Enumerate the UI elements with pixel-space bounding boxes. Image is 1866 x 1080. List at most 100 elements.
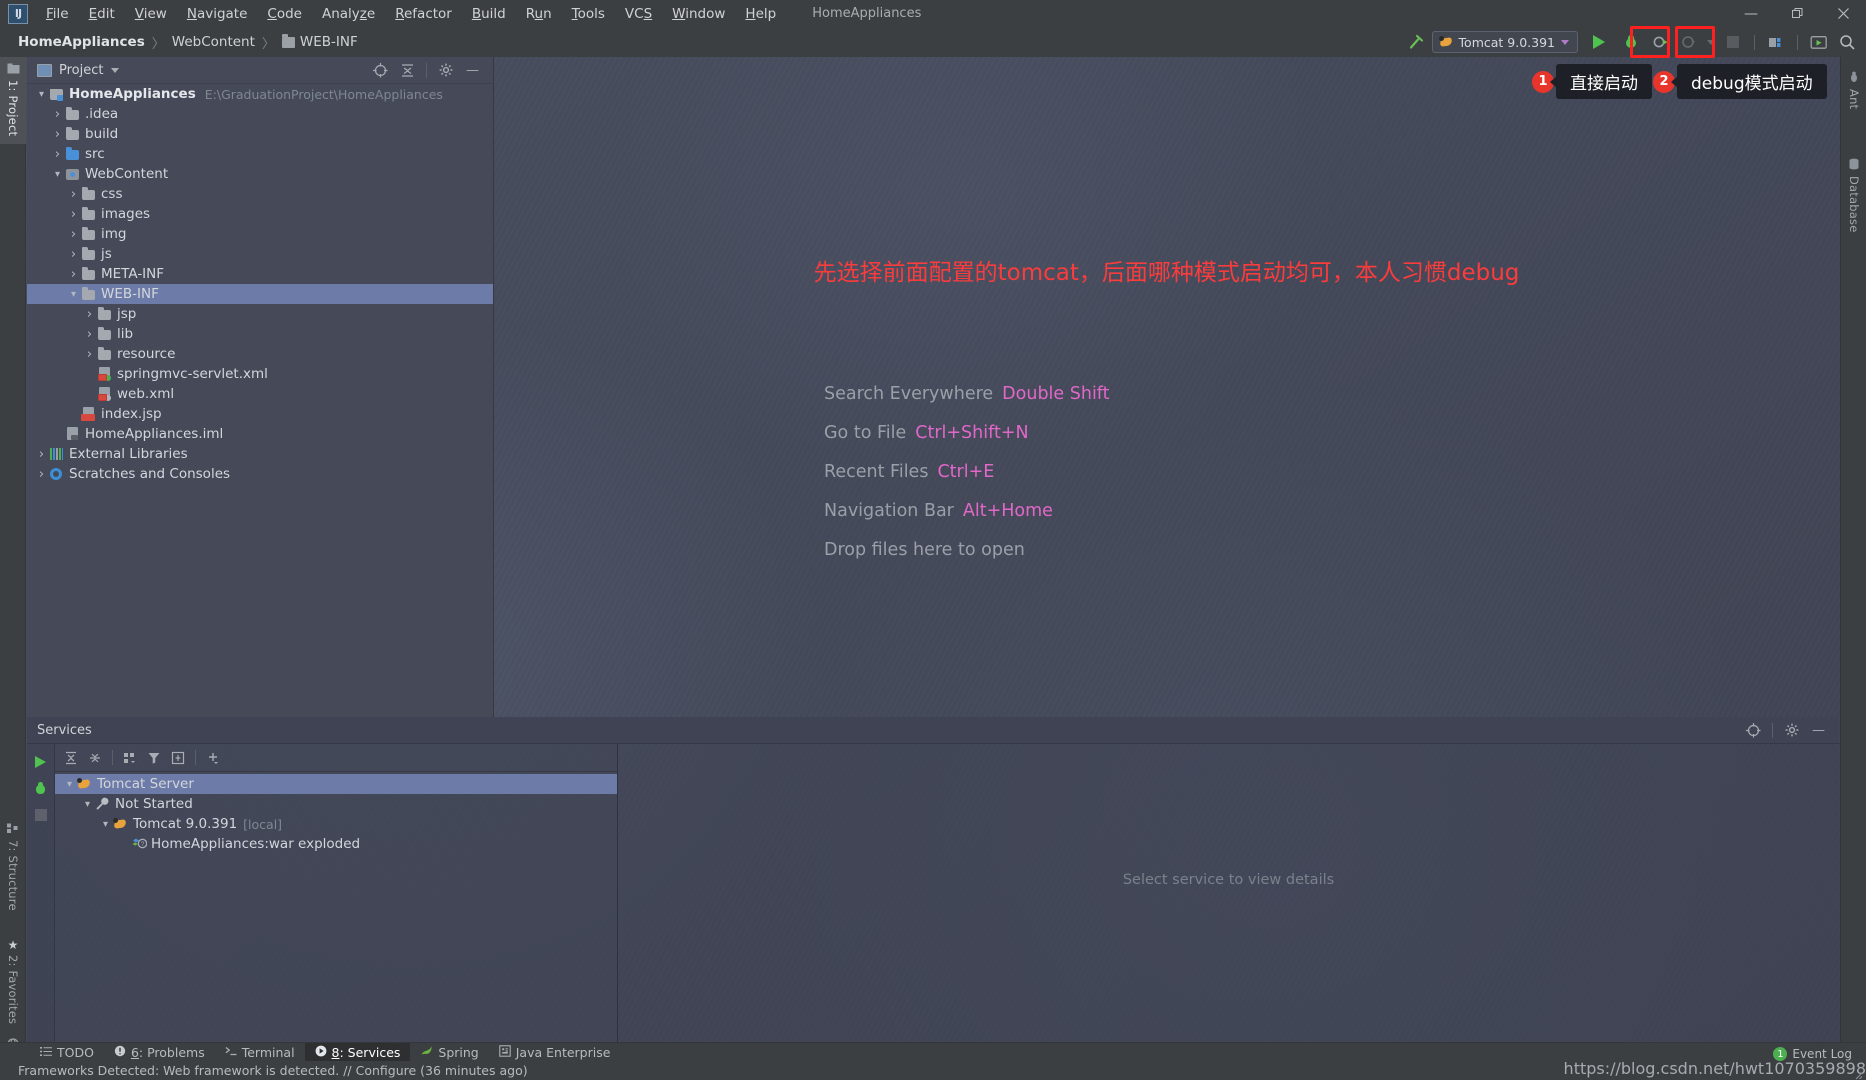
- profile-button[interactable]: [1676, 30, 1702, 54]
- bottom-tab-terminal[interactable]: Terminal: [215, 1043, 305, 1062]
- hide-icon[interactable]: —: [1810, 722, 1827, 739]
- menu-window[interactable]: Window: [662, 2, 735, 26]
- breadcrumb-item-2[interactable]: WEB-INF: [300, 34, 358, 50]
- menu-navigate[interactable]: Navigate: [177, 2, 258, 26]
- add-icon[interactable]: [203, 748, 223, 768]
- menu-analyze[interactable]: Analyze: [312, 2, 385, 26]
- sidebar-tab-project[interactable]: 1: Project: [0, 57, 26, 145]
- menu-view[interactable]: View: [125, 2, 177, 26]
- update-running-app-button[interactable]: [1806, 30, 1832, 54]
- menu-build[interactable]: Build: [462, 2, 516, 26]
- tree-row[interactable]: › build: [27, 124, 493, 144]
- services-tree[interactable]: ▾ Tomcat Server ▾ Not Started ▾ Tomcat 9.0.39…: [55, 772, 617, 854]
- build-hammer-icon[interactable]: [1404, 30, 1430, 54]
- tree-row[interactable]: › .idea: [27, 104, 493, 124]
- services-tree-row[interactable]: ▾ Not Started: [55, 794, 617, 814]
- bottom-tab-problems[interactable]: 6: Problems: [104, 1043, 215, 1062]
- chevron-right-icon[interactable]: ›: [67, 247, 80, 262]
- tree-row[interactable]: › Scratches and Consoles: [27, 464, 493, 484]
- tree-row[interactable]: › External Libraries: [27, 444, 493, 464]
- tree-row[interactable]: ▾ WebContent: [27, 164, 493, 184]
- debug-button[interactable]: [1616, 30, 1646, 54]
- tree-row[interactable]: › css: [27, 184, 493, 204]
- search-everywhere-icon[interactable]: [1834, 30, 1860, 54]
- menu-refactor[interactable]: Refactor: [385, 2, 462, 26]
- tree-row[interactable]: › lib: [27, 324, 493, 344]
- build-project-button[interactable]: [1763, 30, 1789, 54]
- show-configurations-icon[interactable]: [168, 748, 188, 768]
- tree-row[interactable]: › META-INF: [27, 264, 493, 284]
- profile-dropdown-icon[interactable]: [1704, 30, 1718, 54]
- tree-row[interactable]: › resource: [27, 344, 493, 364]
- chevron-down-icon[interactable]: [111, 67, 120, 73]
- sidebar-tab-database[interactable]: Database: [1841, 152, 1866, 238]
- tree-row[interactable]: › src: [27, 144, 493, 164]
- menu-vcs[interactable]: VCS: [615, 2, 662, 26]
- tree-row[interactable]: HomeAppliances.iml: [27, 424, 493, 444]
- chevron-down-icon[interactable]: ▾: [51, 169, 64, 180]
- collapse-all-icon[interactable]: [85, 748, 105, 768]
- chevron-right-icon[interactable]: ›: [67, 207, 80, 222]
- resize-grip[interactable]: [1851, 1065, 1863, 1080]
- project-tree[interactable]: ▾ HomeAppliances E:\GraduationProject\Home…: [27, 84, 493, 717]
- bottom-tab-java-enterprise[interactable]: Java Enterprise: [489, 1043, 621, 1062]
- sidebar-tab-structure[interactable]: 7: Structure: [0, 817, 26, 917]
- chevron-right-icon[interactable]: ›: [83, 347, 96, 362]
- chevron-right-icon[interactable]: ›: [83, 307, 96, 322]
- menu-code[interactable]: Code: [257, 2, 312, 26]
- run-button[interactable]: [1584, 30, 1614, 54]
- menu-help[interactable]: Help: [735, 2, 786, 26]
- chevron-down-icon[interactable]: ▾: [81, 799, 94, 810]
- tree-row[interactable]: › img: [27, 224, 493, 244]
- bug-icon[interactable]: [34, 782, 47, 795]
- chevron-right-icon[interactable]: ›: [67, 187, 80, 202]
- filter-icon[interactable]: [144, 748, 164, 768]
- chevron-right-icon[interactable]: ›: [51, 107, 64, 122]
- menu-edit[interactable]: Edit: [79, 2, 125, 26]
- tree-row[interactable]: › js: [27, 244, 493, 264]
- tree-row[interactable]: › images: [27, 204, 493, 224]
- stop-button[interactable]: [1720, 30, 1746, 54]
- chevron-down-icon[interactable]: ▾: [63, 779, 76, 790]
- stop-icon[interactable]: [34, 809, 47, 821]
- services-tree-row[interactable]: ▾ Tomcat 9.0.391 [local]: [55, 814, 617, 834]
- services-tree-row[interactable]: ? HomeAppliances:war exploded: [55, 834, 617, 854]
- chevron-down-icon[interactable]: ▾: [35, 89, 48, 100]
- settings-icon[interactable]: [437, 62, 454, 79]
- chevron-right-icon[interactable]: ›: [51, 127, 64, 142]
- settings-icon[interactable]: [1783, 722, 1800, 739]
- tree-row[interactable]: springmvc-servlet.xml: [27, 364, 493, 384]
- event-log-indicator[interactable]: 1 Event Log: [1773, 1047, 1852, 1061]
- hide-icon[interactable]: —: [464, 62, 481, 79]
- breadcrumb-item-1[interactable]: WebContent: [172, 34, 255, 50]
- status-message[interactable]: Frameworks Detected: Web framework is de…: [18, 1063, 528, 1078]
- chevron-down-icon[interactable]: [1561, 39, 1569, 45]
- chevron-down-icon[interactable]: ▾: [99, 819, 112, 830]
- maximize-button[interactable]: [1774, 0, 1820, 27]
- tree-row[interactable]: › jsp: [27, 304, 493, 324]
- close-button[interactable]: [1820, 0, 1866, 27]
- chevron-right-icon[interactable]: ›: [67, 227, 80, 242]
- group-icon[interactable]: [120, 748, 140, 768]
- run-configuration-selector[interactable]: Tomcat 9.0.391: [1431, 31, 1578, 53]
- chevron-right-icon[interactable]: ›: [35, 447, 48, 462]
- run-with-coverage-button[interactable]: [1648, 30, 1674, 54]
- services-tree-row[interactable]: ▾ Tomcat Server: [55, 774, 617, 794]
- menu-run[interactable]: Run: [516, 2, 562, 26]
- sidebar-tab-ant[interactable]: Ant: [1841, 65, 1866, 115]
- tree-row[interactable]: JSP index.jsp: [27, 404, 493, 424]
- collapse-all-icon[interactable]: [399, 62, 416, 79]
- sidebar-tab-favorites[interactable]: ★ 2: Favorites: [0, 932, 26, 1030]
- chevron-right-icon[interactable]: ›: [51, 147, 64, 162]
- locate-icon[interactable]: [1745, 722, 1762, 739]
- bottom-tab-todo[interactable]: TODO: [30, 1043, 104, 1062]
- menu-tools[interactable]: Tools: [562, 2, 615, 26]
- chevron-right-icon[interactable]: ›: [35, 467, 48, 482]
- locate-icon[interactable]: [372, 62, 389, 79]
- tree-row[interactable]: ▾ HomeAppliances E:\GraduationProject\Home…: [27, 84, 493, 104]
- chevron-down-icon[interactable]: ▾: [67, 289, 80, 300]
- tree-row[interactable]: ▾ WEB-INF: [27, 284, 493, 304]
- bottom-tab-services[interactable]: 8: Services: [304, 1042, 411, 1062]
- breadcrumb-item-0[interactable]: HomeAppliances: [18, 34, 145, 50]
- minimize-button[interactable]: —: [1728, 0, 1774, 27]
